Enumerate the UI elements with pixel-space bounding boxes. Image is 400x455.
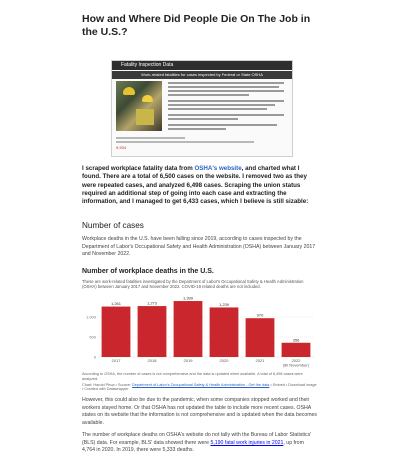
x-tick-label: 2018 (148, 358, 158, 363)
workers-photo (116, 81, 162, 131)
hard-hat-icon (142, 95, 153, 102)
chart-source: Chart: Harold Phua • Source: Department … (82, 383, 318, 393)
osha-site-screenshot: Fatality Inspection Data Work-related fa… (111, 60, 293, 157)
bar-value-label: 1,239 (219, 302, 230, 307)
body-paragraph: The number of workplace deaths on OSHA's… (82, 432, 318, 455)
bar-value-label: 1,399 (183, 296, 194, 301)
safety-vest-shape (136, 109, 154, 125)
bar (245, 318, 275, 357)
article: How and Where Did People Die On The Job … (82, 0, 318, 455)
x-tick-label: 2017 (112, 358, 122, 363)
screenshot-tab-count: 9,934 (116, 145, 127, 150)
chart-subtitle: These are work-related fatalities invest… (82, 278, 304, 290)
bar (209, 307, 239, 357)
hard-hat-icon (123, 87, 135, 95)
screenshot-banner: Work-related fatalities for cases inspec… (112, 71, 292, 79)
bar-value-label: 1,273 (147, 301, 158, 306)
screenshot-body (116, 81, 288, 133)
intro-paragraph: I scraped workplace fatality data from O… (82, 165, 318, 206)
y-tick-label: 0 (94, 354, 97, 359)
chart-source-text: Chart: Harold Phua • Source: (82, 382, 133, 387)
y-tick-label: 1,000 (86, 314, 97, 319)
bar (173, 301, 203, 357)
bar (101, 306, 131, 357)
body-paragraph: However, this could also be due to the p… (82, 397, 318, 426)
chart-note: According to OSHA, the number of cases i… (82, 371, 303, 381)
screenshot-footer: 9,934 (116, 137, 288, 152)
bar-value-label: 356 (293, 337, 300, 342)
source-link[interactable]: Department of Labor's Occupational Safet… (132, 383, 269, 387)
x-tick-label: 2019 (184, 358, 194, 363)
body-paragraph: Workplace deaths in the U.S. have been f… (82, 236, 316, 258)
osha-website-link[interactable]: OSHA's website (194, 165, 241, 172)
screenshot-header: Fatality Inspection Data (112, 61, 292, 70)
section-heading: Number of cases (82, 221, 144, 231)
x-tick-label: 2022 (till November) (283, 358, 310, 368)
y-tick-label: 500 (89, 334, 96, 339)
bar-value-label: 970 (257, 313, 264, 318)
bls-data-link[interactable]: 5,190 fatal work injuries in 2021 (210, 440, 283, 446)
x-tick-label: 2020 (220, 358, 230, 363)
article-title: How and Where Did People Die On The Job … (82, 13, 311, 38)
intro-text: I scraped workplace fatality data from (82, 165, 195, 172)
bar (137, 306, 167, 357)
chart-title: Number of workplace deaths in the U.S. (82, 267, 214, 275)
bar-value-label: 1,261 (111, 301, 122, 306)
bar (281, 342, 311, 357)
x-tick-label: 2021 (256, 358, 266, 363)
screenshot-text-block (168, 82, 284, 132)
workplace-deaths-bar-chart: 0 500 1,000 1,261 2017 1,273 2018 1,399 2019 1,23… (86, 296, 314, 368)
